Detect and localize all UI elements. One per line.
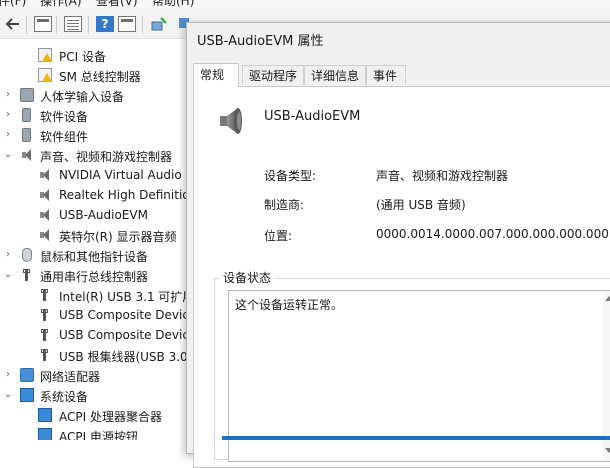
tree-item-label: USB 根集线器(USB 3.0)	[59, 350, 186, 364]
tree-item[interactable]: PCI 设备	[0, 45, 186, 65]
chevron-right-icon[interactable]: ›	[3, 249, 13, 260]
tree-item[interactable]: › 人体学输入设备	[0, 85, 186, 105]
speaker-icon	[38, 228, 52, 242]
tab-general[interactable]: 常规	[193, 63, 239, 87]
device-status-title: 设备状态	[220, 269, 275, 286]
tree-item[interactable]: › 鼠标和其他指针设备	[0, 245, 186, 265]
scroll-down-icon[interactable]	[605, 448, 610, 453]
tree-item-label: 系统设备	[40, 390, 89, 404]
usb-icon	[38, 328, 52, 342]
system-device-icon	[20, 388, 34, 402]
location-label: 位置:	[264, 229, 293, 243]
mouse-icon	[22, 248, 32, 262]
software-device-icon	[22, 108, 31, 122]
chevron-right-icon[interactable]: ›	[3, 129, 13, 140]
tree-item-label: PCI 设备	[59, 50, 106, 64]
tree-item[interactable]: › 网络适配器	[0, 365, 186, 385]
chevron-right-icon[interactable]: ›	[3, 369, 13, 380]
speaker-icon	[20, 148, 34, 162]
tree-item[interactable]: NVIDIA Virtual Audio	[0, 165, 186, 185]
tree-item-label: USB Composite Devic	[59, 328, 186, 342]
tree-item[interactable]: USB Composite Devic	[0, 305, 186, 325]
tree-item[interactable]: USB Composite Devic	[0, 325, 186, 345]
system-device-icon	[38, 408, 52, 422]
tree-item-label: 人体学输入设备	[40, 90, 125, 104]
chevron-right-icon[interactable]: ›	[3, 89, 13, 100]
tree-item[interactable]: › 软件设备	[0, 105, 186, 125]
tab-driver[interactable]: 驱动程序	[242, 65, 304, 85]
warning-device-icon	[38, 48, 52, 62]
tree-item-label: NVIDIA Virtual Audio	[59, 168, 182, 182]
menu-bar: 件(F) 操作(A) 查看(V) 帮助(H)	[0, 0, 610, 8]
device-type-label: 设备类型:	[264, 169, 317, 183]
speaker-icon	[38, 208, 52, 222]
view-options-icon[interactable]	[118, 16, 136, 32]
tree-item-label: 网络适配器	[40, 370, 101, 384]
tree-item-label: 软件设备	[40, 110, 89, 124]
tree-item[interactable]: USB 根集线器(USB 3.0)	[0, 345, 186, 365]
device-tree: PCI 设备 SM 总线控制器 › 人体学输入设备 › 软件设备 › 软件组件 …	[0, 39, 186, 440]
usb-icon	[20, 268, 34, 282]
help-icon[interactable]: ?	[96, 16, 114, 32]
tree-item-label: 鼠标和其他指针设备	[40, 250, 149, 264]
device-name: USB-AudioEVM	[264, 109, 361, 124]
tree-item[interactable]: 英特尔(R) 显示器音频	[0, 225, 186, 245]
tree-item[interactable]: Intel(R) USB 3.1 可扩展	[0, 285, 186, 305]
back-arrow-icon[interactable]	[4, 16, 22, 32]
tree-item-label: Intel(R) USB 3.1 可扩展	[59, 290, 186, 304]
properties-dialog: USB-AudioEVM 属性 常规 驱动程序 详细信息 事件 USB-Audi…	[186, 22, 610, 468]
general-tab-panel: USB-AudioEVM 设备类型: 声音、视频和游戏控制器 制造商: (通用 …	[193, 86, 610, 468]
tree-item-label: 英特尔(R) 显示器音频	[59, 230, 177, 244]
speaker-icon	[218, 105, 248, 137]
tree-item[interactable]: ACPI 处理器聚合器	[0, 405, 186, 425]
network-adapter-icon	[20, 368, 34, 382]
usb-icon	[38, 288, 52, 302]
tree-item-label: 通用串行总线控制器	[40, 270, 149, 284]
warning-device-icon	[38, 68, 52, 82]
speaker-icon	[38, 188, 52, 202]
speaker-icon	[38, 168, 52, 182]
tree-item[interactable]: Realtek High Definitio	[0, 185, 186, 205]
device-status-text: 这个设备运转正常。	[235, 298, 344, 312]
dialog-title: USB-AudioEVM 属性	[197, 34, 324, 49]
focus-accent-bar	[222, 436, 610, 440]
chevron-right-icon[interactable]: ›	[3, 109, 13, 120]
manufacturer-label: 制造商:	[264, 198, 305, 212]
tree-item-label: 软件组件	[40, 130, 89, 144]
tree-item-label: USB-AudioEVM	[59, 208, 148, 222]
chevron-down-icon[interactable]: ⌄	[3, 389, 13, 400]
tab-details[interactable]: 详细信息	[304, 65, 366, 85]
tree-item-label: SM 总线控制器	[59, 70, 141, 84]
chevron-down-icon[interactable]: ⌄	[3, 149, 13, 160]
tab-events[interactable]: 事件	[366, 65, 406, 85]
scan-hardware-icon[interactable]	[150, 16, 168, 32]
properties-window-icon[interactable]	[34, 16, 52, 32]
system-device-icon	[38, 428, 52, 440]
usb-icon	[38, 348, 52, 362]
tree-item[interactable]: SM 总线控制器	[0, 65, 186, 85]
tree-item[interactable]: USB-AudioEVM	[0, 205, 186, 225]
tree-item[interactable]: ACPI 电源按钮	[0, 425, 186, 440]
tree-item[interactable]: › 软件组件	[0, 125, 186, 145]
hid-icon	[20, 88, 34, 102]
scroll-up-icon[interactable]	[605, 296, 610, 301]
manufacturer-value: (通用 USB 音频)	[376, 198, 466, 212]
tree-item[interactable]: ⌄ 系统设备	[0, 385, 186, 405]
software-component-icon	[22, 128, 31, 142]
list-view-icon[interactable]	[64, 16, 82, 32]
tree-item-label: Realtek High Definitio	[59, 188, 186, 202]
usb-icon	[38, 308, 52, 322]
tree-item-label: ACPI 处理器聚合器	[59, 410, 162, 424]
tree-item-label: 声音、视频和游戏控制器	[40, 150, 173, 164]
tree-item-label: ACPI 电源按钮	[59, 430, 138, 440]
tree-item[interactable]: ⌄ 通用串行总线控制器	[0, 265, 186, 285]
tree-item-label: USB Composite Devic	[59, 308, 186, 322]
chevron-down-icon[interactable]: ⌄	[3, 269, 13, 280]
device-type-value: 声音、视频和游戏控制器	[376, 169, 509, 183]
location-value: 0000.0014.0000.007.000.000.000.000.000	[376, 227, 610, 241]
tree-item[interactable]: ⌄ 声音、视频和游戏控制器	[0, 145, 186, 165]
